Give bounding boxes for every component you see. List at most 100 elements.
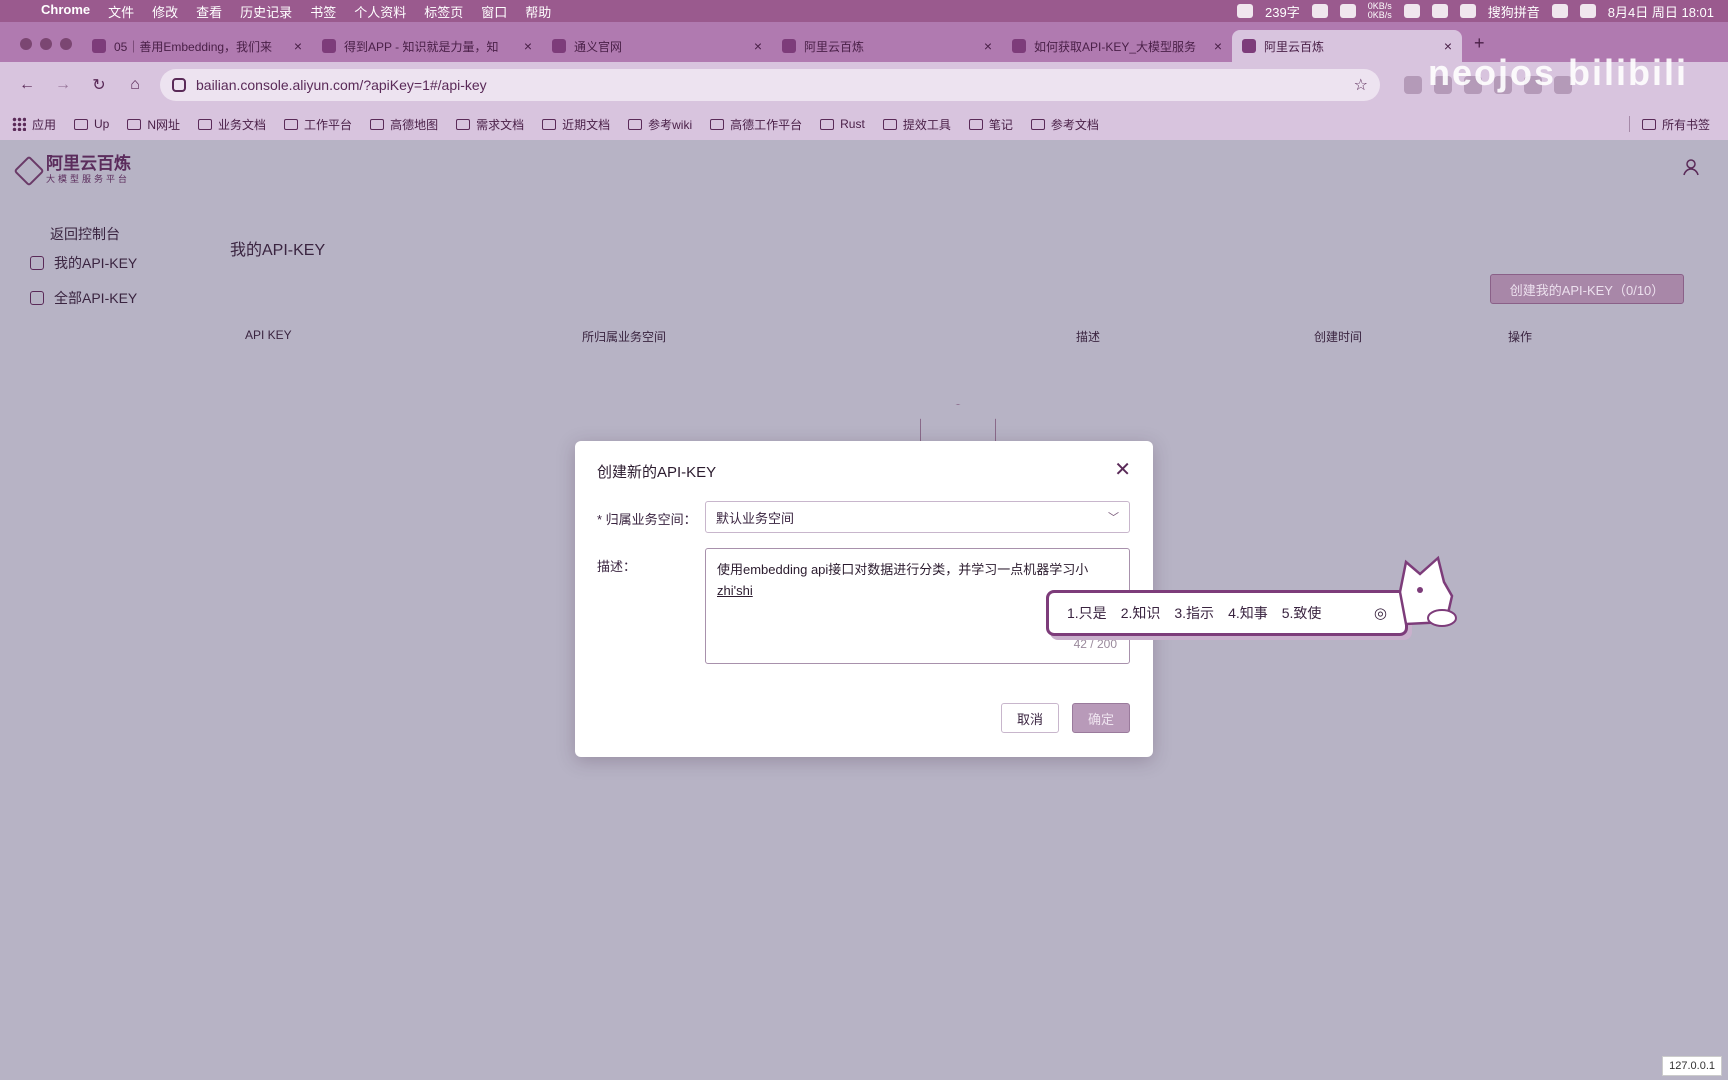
folder-icon — [1641, 118, 1656, 130]
workspace-select[interactable]: 默认业务空间 ﹀ — [705, 501, 1130, 533]
description-text: 使用embedding api接口对数据进行分类，并学习一点机器学习小 — [717, 562, 1089, 577]
bookmark-folder[interactable]: 参考文档 — [1030, 116, 1099, 133]
close-tab-icon[interactable]: × — [984, 38, 992, 54]
menu-profiles[interactable]: 个人资料 — [345, 2, 415, 21]
close-tab-icon[interactable]: × — [754, 38, 762, 54]
apps-grid-icon — [12, 117, 26, 131]
bookmark-label: 业务文档 — [218, 117, 267, 132]
folder-icon — [1030, 118, 1045, 130]
bookmark-folder[interactable]: Rust — [820, 117, 865, 131]
char-counter: 42 / 200 — [1073, 637, 1117, 651]
ime-mascot-icon — [1398, 555, 1457, 627]
back-arrow-icon[interactable]: ← — [18, 76, 36, 94]
tab-apikey-doc[interactable]: 如何获取API-KEY_大模型服务 × — [1002, 30, 1232, 62]
wifi-icon[interactable] — [1431, 4, 1448, 18]
bookmark-folder[interactable]: 业务文档 — [198, 116, 266, 133]
chevron-down-icon: ﹀ — [1108, 512, 1119, 524]
sidebar-item-label: 全部API-KEY — [54, 290, 138, 306]
back-to-console-link[interactable]: 返回控制台 — [50, 224, 120, 244]
sidebar-item-all-api-key[interactable]: 全部API-KEY — [30, 288, 137, 308]
bookmark-folder[interactable]: 近期文档 — [542, 116, 610, 133]
close-tab-icon[interactable]: × — [294, 38, 302, 54]
confirm-button[interactable]: 确定 — [1072, 703, 1130, 733]
bookmark-star-icon[interactable]: ☆ — [1354, 75, 1368, 95]
column-header-description: 描述 — [1076, 330, 1101, 344]
bookmark-folder[interactable]: 工作平台 — [284, 116, 352, 133]
bookmark-label: 工作平台 — [304, 117, 353, 132]
address-bar[interactable]: bailian.console.aliyun.com/?apiKey=1#/ap… — [160, 69, 1380, 101]
battery-icon[interactable] — [1459, 4, 1476, 18]
close-tab-icon[interactable]: × — [524, 38, 532, 54]
bookmark-folder[interactable]: 提效工具 — [882, 116, 951, 133]
menu-bookmarks[interactable]: 书签 — [301, 2, 345, 21]
bookmark-folder[interactable]: 笔记 — [968, 116, 1013, 133]
close-window-button[interactable] — [20, 38, 32, 50]
bookmark-folder[interactable]: 参考wiki — [628, 116, 692, 133]
menu-history[interactable]: 历史记录 — [231, 2, 301, 21]
bookmark-folder[interactable]: 高德地图 — [370, 116, 438, 133]
site-favicon-icon — [1012, 39, 1026, 53]
site-info-icon[interactable] — [172, 78, 186, 92]
all-bookmarks[interactable]: 所有书签 — [1641, 116, 1710, 133]
menu-edit[interactable]: 修改 — [143, 2, 187, 21]
bilibili-watermark: neojos bilibili — [1427, 52, 1688, 93]
column-header-workspace: 所归属业务空间 — [582, 330, 667, 344]
url-text[interactable]: bailian.console.aliyun.com/?apiKey=1#/ap… — [196, 77, 1354, 93]
user-icon[interactable] — [1682, 158, 1700, 176]
forward-arrow-icon[interactable]: → — [54, 76, 72, 94]
control-center-icon[interactable] — [1579, 4, 1596, 18]
ime-candidate[interactable]: 1.只是 — [1067, 603, 1107, 623]
new-tab-icon[interactable]: + — [1474, 33, 1485, 54]
folder-icon — [456, 118, 471, 130]
home-icon[interactable]: ⌂ — [126, 76, 144, 94]
bookmark-folder[interactable]: Up — [74, 117, 109, 131]
bookmark-folder[interactable]: 高德工作平台 — [710, 116, 802, 133]
wechat-icon[interactable] — [1403, 4, 1420, 18]
sidebar-item-my-api-key[interactable]: 我的API-KEY — [30, 253, 137, 273]
menu-help[interactable]: 帮助 — [516, 2, 560, 21]
cancel-button[interactable]: 取消 — [1001, 703, 1059, 733]
menu-app[interactable]: Chrome — [32, 2, 99, 21]
tab-bailian[interactable]: 阿里云百炼 × — [772, 30, 1002, 62]
menu-view[interactable]: 查看 — [187, 2, 231, 21]
emoji-icon[interactable] — [1311, 4, 1328, 18]
bookmark-folder[interactable]: N网址 — [127, 116, 180, 133]
minimize-window-button[interactable] — [40, 38, 52, 50]
ime-candidate[interactable]: 3.指示 — [1174, 603, 1214, 623]
search-icon[interactable] — [1551, 4, 1568, 18]
tab-title: 通义官网 — [574, 39, 623, 54]
tab-tongyi[interactable]: 通义官网 × — [542, 30, 772, 62]
folder-icon — [198, 118, 213, 130]
menu-file[interactable]: 文件 — [99, 2, 143, 21]
menu-window[interactable]: 窗口 — [472, 2, 516, 21]
brand-logo[interactable]: 阿里云百炼 大模型服务平台 — [13, 154, 131, 187]
microphone-icon[interactable] — [1339, 4, 1356, 18]
bookmark-label: 笔记 — [988, 117, 1013, 132]
bookmark-folder[interactable]: 需求文档 — [456, 116, 524, 133]
bookmarks-bar: 应用 Up N网址 业务文档 工作平台 高德地图 需求文档 近期文档 参考wik… — [0, 108, 1728, 140]
tab-embedding[interactable]: 05｜善用Embedding，我们来 × — [82, 30, 312, 62]
close-icon[interactable]: ✕ — [1114, 457, 1131, 482]
record-icon[interactable] — [1237, 4, 1254, 18]
ime-candidate[interactable]: 2.知识 — [1121, 603, 1161, 623]
app-menus: Chrome 文件 修改 查看 历史记录 书签 个人资料 标签页 窗口 帮助 — [32, 2, 560, 21]
ime-name[interactable]: 搜狗拼音 — [1488, 2, 1540, 21]
tab-dedao[interactable]: 得到APP - 知识就是力量，知 × — [312, 30, 542, 62]
folder-icon — [284, 118, 299, 130]
datetime[interactable]: 8月4日 周日 18:01 — [1608, 2, 1714, 21]
key-icon — [30, 256, 44, 270]
shield-key-icon — [30, 291, 44, 305]
create-api-key-button[interactable]: 创建我的API-KEY（0/10） — [1490, 274, 1684, 304]
close-tab-icon[interactable]: × — [1214, 38, 1222, 54]
extension-icon[interactable] — [1404, 76, 1422, 94]
zoom-window-button[interactable] — [60, 38, 72, 50]
bookmark-label: 应用 — [32, 117, 57, 132]
brand-subtitle: 大模型服务平台 — [46, 174, 131, 184]
ime-candidate[interactable]: 5.致使 — [1282, 603, 1322, 623]
reload-icon[interactable]: ↻ — [90, 75, 108, 95]
folder-icon — [74, 118, 89, 130]
ime-candidate[interactable]: 4.知事 — [1228, 603, 1268, 623]
bookmark-apps[interactable]: 应用 — [12, 116, 56, 133]
site-favicon-icon — [92, 39, 106, 53]
menu-tabs[interactable]: 标签页 — [415, 2, 472, 21]
